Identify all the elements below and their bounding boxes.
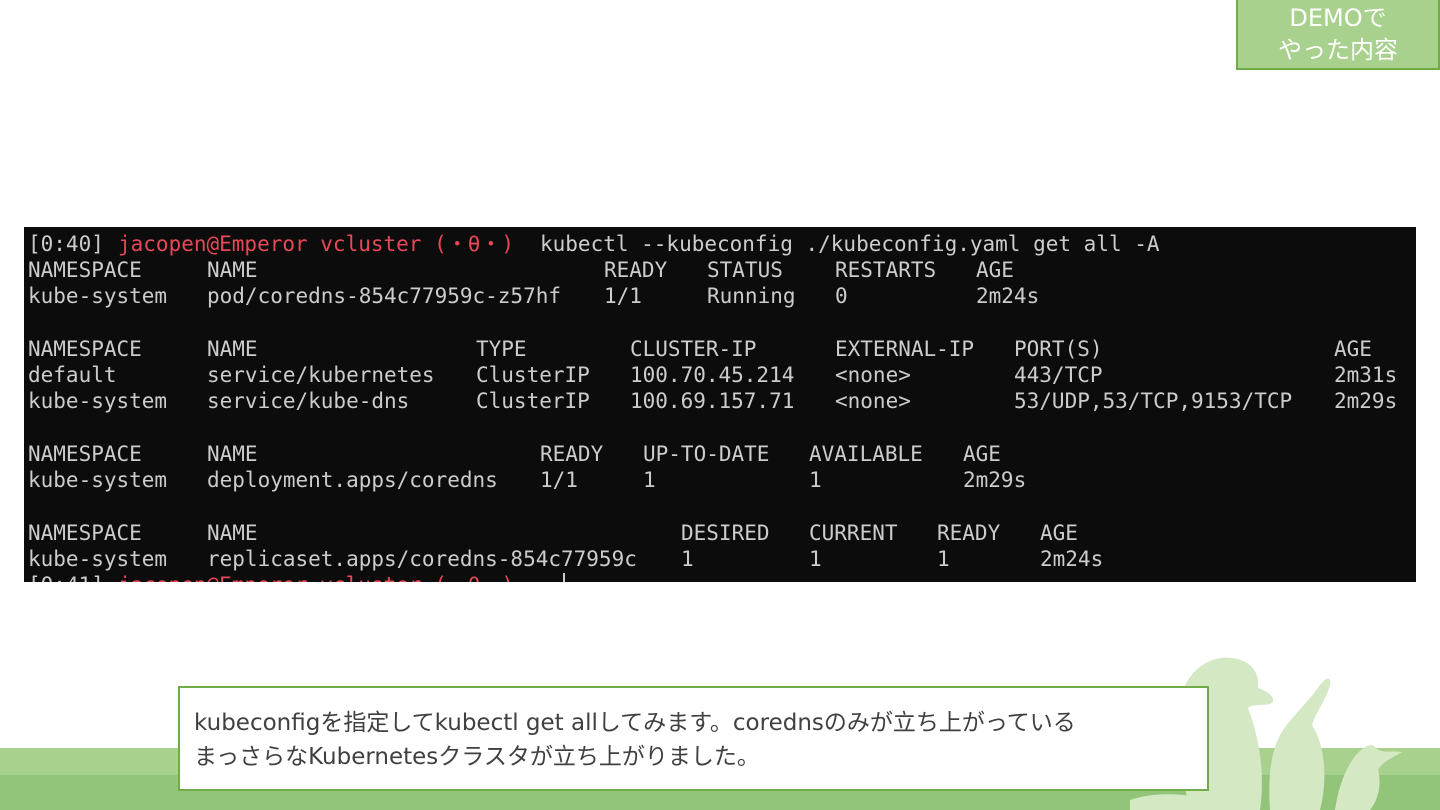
demo-badge-line2: やった内容 [1278, 36, 1398, 64]
column-header: NAMESPACE [28, 337, 142, 361]
column-header: NAME [207, 337, 258, 361]
table-cell: pod/coredns-854c77959c-z57hf [207, 284, 562, 308]
column-header: AVAILABLE [809, 442, 923, 466]
column-header: NAME [207, 521, 258, 545]
replicasets-header-row: NAMESPACE NAME DESIRED CURRENT READY AGE [28, 520, 1078, 546]
column-header: NAMESPACE [28, 442, 142, 466]
table-cell: kube-system [28, 284, 168, 308]
table-cell: 53/UDP,53/TCP,9153/TCP [1014, 389, 1293, 413]
column-header: CURRENT [809, 521, 898, 545]
table-row: kube-system replicaset.apps/coredns-854c… [28, 546, 1103, 572]
prompt-command: kubectl --kubeconfig ./kubeconfig.yaml g… [540, 232, 1160, 256]
column-header: AGE [976, 258, 1014, 282]
prompt-time: [0:41] [28, 572, 104, 582]
pods-header-row: NAMESPACE NAME READY STATUS RESTARTS AGE [28, 257, 1014, 283]
table-cell: service/kubernetes [207, 363, 435, 387]
next-prompt-line: [0:41] jacopen@Emperor vcluster (・θ・) [28, 572, 514, 582]
table-cell: ClusterIP [476, 363, 590, 387]
column-header: AGE [963, 442, 1001, 466]
table-row: default service/kubernetes ClusterIP 100… [28, 362, 1397, 388]
table-cell: 2m29s [1334, 389, 1398, 413]
table-cell: 1 [937, 547, 950, 571]
table-cell: Running [707, 284, 796, 308]
table-cell: kube-system [28, 547, 168, 571]
deployments-header-row: NAMESPACE NAME READY UP-TO-DATE AVAILABL… [28, 441, 1001, 467]
column-header: READY [604, 258, 668, 282]
caption-box: kubeconfigを指定してkubectl get allしてみます。core… [178, 686, 1209, 791]
table-cell: service/kube-dns [207, 389, 410, 413]
table-cell: 1 [809, 547, 822, 571]
prompt-user-host: jacopen@Emperor vcluster (・θ・) [118, 232, 515, 256]
terminal-window[interactable]: [0:40] jacopen@Emperor vcluster (・θ・) ku… [24, 227, 1416, 582]
table-cell: 443/TCP [1014, 363, 1103, 387]
column-header: AGE [1040, 521, 1078, 545]
column-header: EXTERNAL-IP [835, 337, 975, 361]
column-header: NAMESPACE [28, 258, 142, 282]
caption-line1: kubeconfigを指定してkubectl get allしてみます。core… [194, 710, 1076, 736]
column-header: READY [937, 521, 1001, 545]
column-header: AGE [1334, 337, 1372, 361]
table-cell: 100.69.157.71 [630, 389, 795, 413]
table-cell: 2m31s [1334, 363, 1398, 387]
table-cell: 1/1 [604, 284, 642, 308]
column-header: NAMESPACE [28, 521, 142, 545]
column-header: RESTARTS [835, 258, 937, 282]
table-cell: ClusterIP [476, 389, 590, 413]
prompt-time: [0:40] [28, 232, 104, 256]
column-header: NAME [207, 442, 258, 466]
column-header: TYPE [476, 337, 527, 361]
command-prompt-line: [0:40] jacopen@Emperor vcluster (・θ・) ku… [28, 231, 1160, 257]
table-cell: 2m24s [976, 284, 1040, 308]
table-cell: deployment.apps/coredns [207, 468, 498, 492]
table-cell: <none> [835, 363, 911, 387]
text-cursor [563, 573, 565, 582]
table-cell: 1 [809, 468, 822, 492]
table-cell: 1/1 [540, 468, 578, 492]
table-cell: 0 [835, 284, 848, 308]
table-cell: kube-system [28, 468, 168, 492]
table-cell: 1 [643, 468, 656, 492]
table-cell: replicaset.apps/coredns-854c77959c [207, 547, 637, 571]
column-header: PORT(S) [1014, 337, 1103, 361]
table-cell: 2m24s [1040, 547, 1104, 571]
table-row: kube-system pod/coredns-854c77959c-z57hf… [28, 283, 1039, 309]
demo-badge-line1: DEMOで [1289, 4, 1387, 32]
column-header: NAME [207, 258, 258, 282]
prompt-user-host: jacopen@Emperor vcluster (・θ・) [118, 572, 514, 582]
demo-badge: DEMOで やった内容 [1236, 0, 1440, 70]
caption-line2: まっさらなKubernetesクラスタが立ち上がりました。 [194, 744, 760, 770]
column-header: UP-TO-DATE [643, 442, 770, 466]
column-header: DESIRED [681, 521, 770, 545]
column-header: CLUSTER-IP [630, 337, 757, 361]
table-cell: 100.70.45.214 [630, 363, 795, 387]
column-header: STATUS [707, 258, 783, 282]
services-header-row: NAMESPACE NAME TYPE CLUSTER-IP EXTERNAL-… [28, 336, 1372, 362]
table-cell: <none> [835, 389, 911, 413]
table-row: kube-system service/kube-dns ClusterIP 1… [28, 388, 1397, 414]
table-cell: default [28, 363, 117, 387]
table-cell: 2m29s [963, 468, 1027, 492]
column-header: READY [540, 442, 604, 466]
table-cell: kube-system [28, 389, 168, 413]
table-row: kube-system deployment.apps/coredns 1/1 … [28, 467, 1026, 493]
table-cell: 1 [681, 547, 694, 571]
